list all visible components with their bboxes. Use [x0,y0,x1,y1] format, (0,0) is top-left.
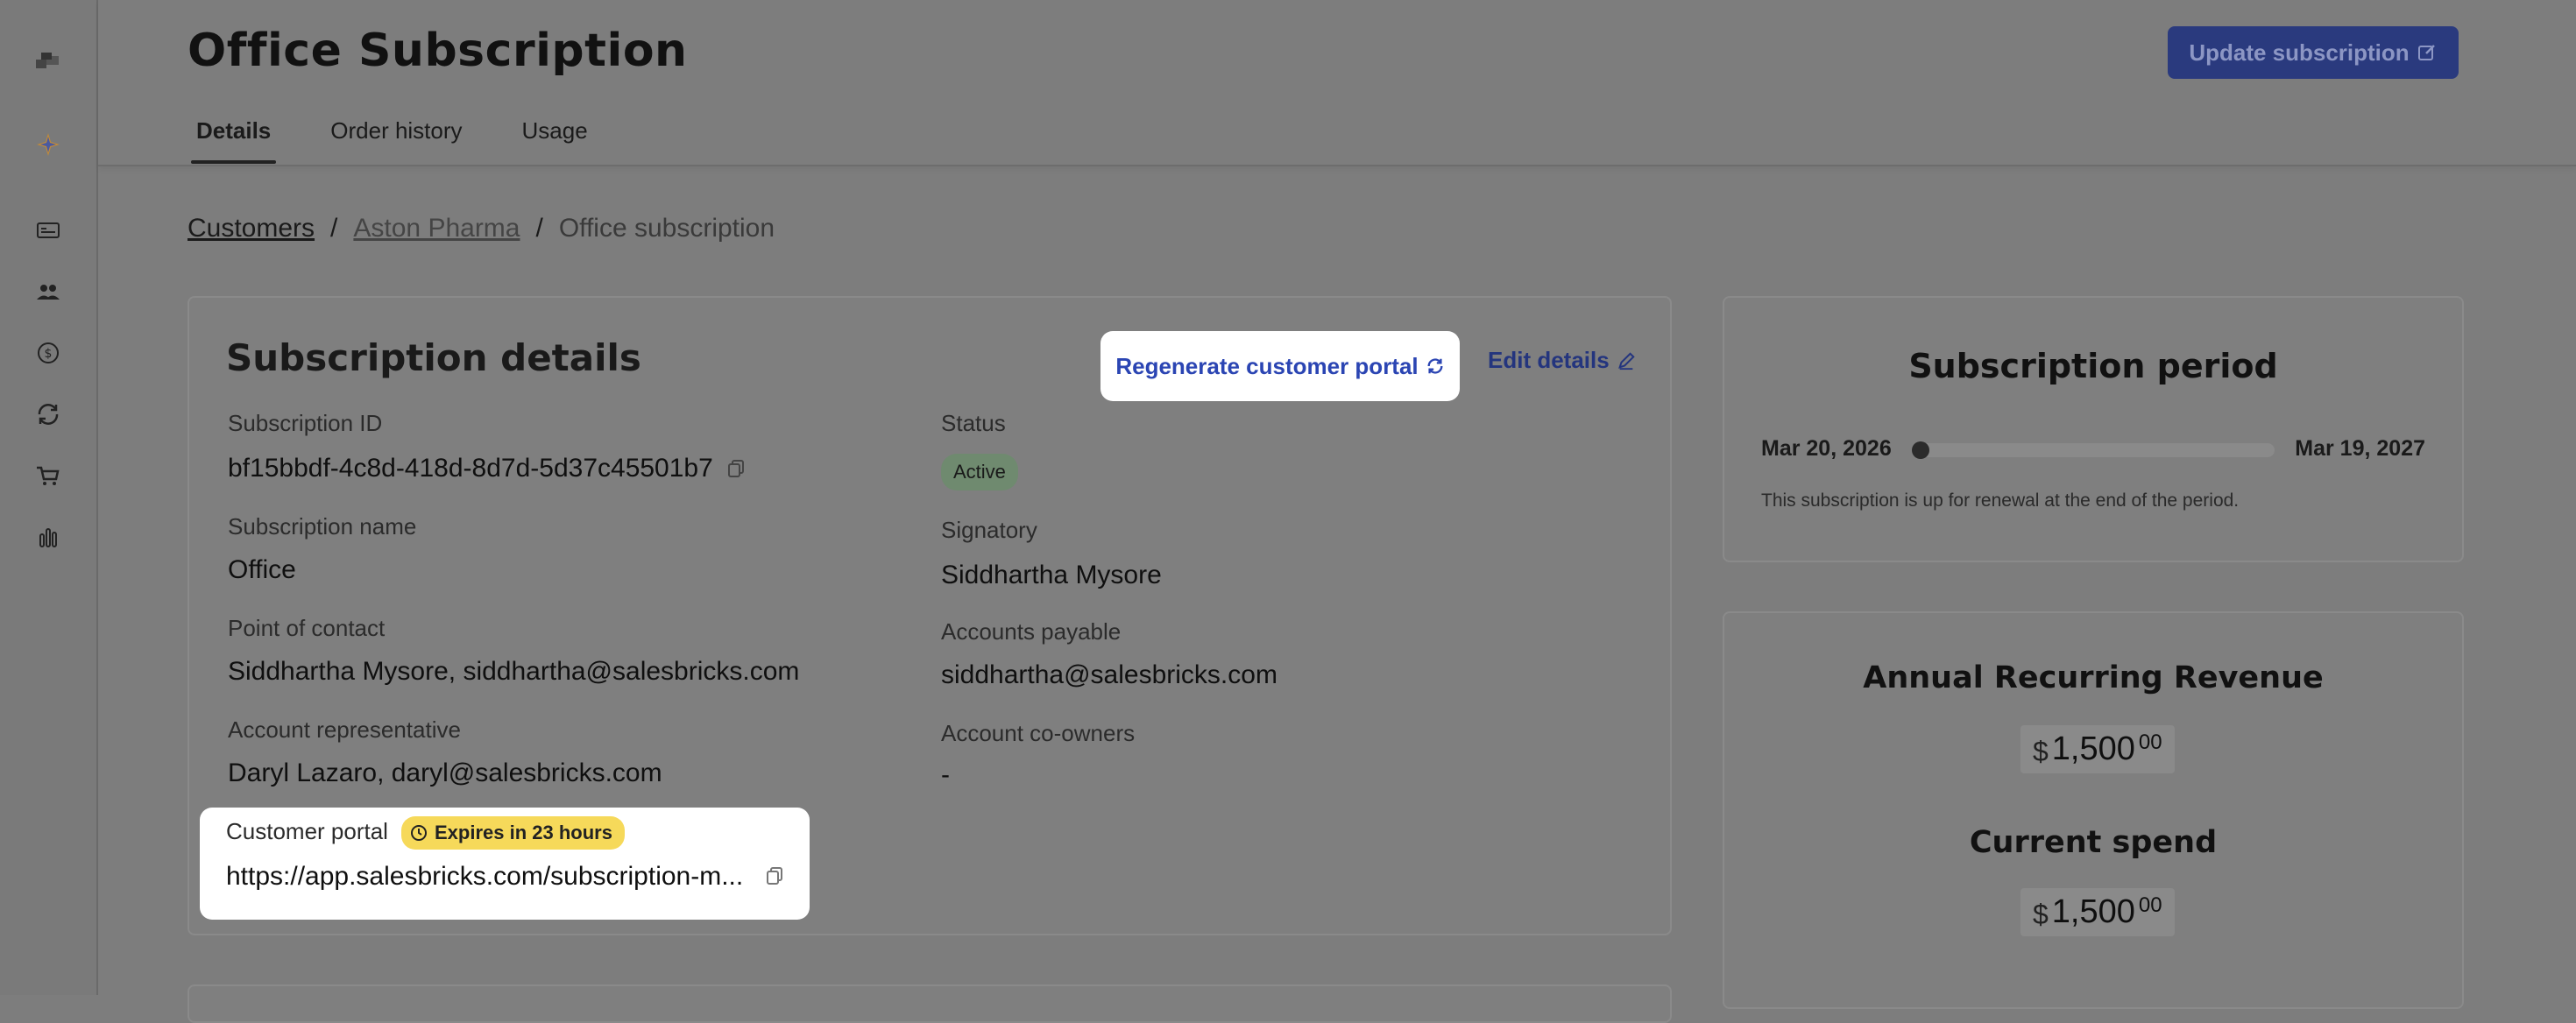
subscription-id-row: bf15bbdf-4c8d-418d-8d7d-5d37c45501b7 [228,454,747,483]
copy-icon[interactable] [725,458,747,479]
users-icon[interactable] [32,275,65,308]
breadcrumb-current: Office subscription [558,214,775,243]
edit-square-icon [2417,45,2435,60]
breadcrumb-customers-link[interactable]: Customers [188,214,315,243]
refresh-icon[interactable] [32,398,65,431]
subscription-id-value: bf15bbdf-4c8d-418d-8d7d-5d37c45501b7 [228,454,713,483]
expiry-badge: Expires in 23 hours [401,816,625,850]
customer-portal-section: Customer portal Expires in 23 hours http… [200,808,810,920]
card-title: Subscription details [226,336,641,379]
update-subscription-label: Update subscription [2189,39,2410,66]
breadcrumb-separator: / [330,214,338,243]
account-rep-value: Daryl Lazaro, daryl@salesbricks.com [228,758,662,787]
accounts-payable-label: Accounts payable [941,618,1122,645]
customer-portal-label: Customer portal [226,818,388,844]
status-label: Status [941,410,1006,436]
subscription-id-label: Subscription ID [228,410,383,436]
svg-text:$: $ [45,347,53,361]
customer-portal-url[interactable]: https://app.salesbricks.com/subscription… [226,862,743,892]
edit-details-label: Edit details [1488,347,1610,373]
logo-bricks-icon[interactable] [32,44,65,77]
update-subscription-button[interactable]: Update subscription [2168,26,2459,79]
period-end: Mar 19, 2027 [2295,436,2425,461]
current-spend-title: Current spend [1969,825,2218,860]
spend-value: 1,500 [2051,893,2135,930]
co-owners-value: - [941,760,950,789]
cart-icon[interactable] [32,459,65,492]
point-of-contact-label: Point of contact [228,615,386,641]
currency-symbol: $ [2033,899,2049,930]
page-title: Office Subscription [188,25,688,77]
arr-title: Annual Recurring Revenue [1863,660,2324,695]
spend-cents: 00 [2138,893,2162,917]
breadcrumb-account-link[interactable]: Aston Pharma [353,214,520,243]
period-start: Mar 20, 2026 [1761,436,1892,461]
copy-icon[interactable] [764,865,785,886]
status-badge: Active [941,454,1018,490]
arr-cents: 00 [2138,730,2162,754]
revenue-card: Annual Recurring Revenue $ 1,500 00 Curr… [1723,611,2464,1009]
period-progress-bar [1912,441,2275,459]
dollar-circle-icon[interactable]: $ [32,336,65,370]
arr-value: 1,500 [2051,730,2135,767]
breadcrumb: Customers / Aston Pharma / Office subscr… [188,214,775,243]
signatory-value: Siddhartha Mysore [941,561,1162,589]
co-owners-label: Account co-owners [941,720,1136,746]
signatory-label: Signatory [941,517,1037,543]
subscription-name-value: Office [228,555,296,584]
regenerate-portal-button[interactable]: Regenerate customer portal [1100,331,1460,401]
sidebar: $ [0,0,98,995]
period-title: Subscription period [1908,347,2278,385]
currency-symbol: $ [2033,736,2049,767]
edit-details-link[interactable]: Edit details [1488,347,1636,374]
breadcrumb-separator: / [535,214,543,243]
period-note: This subscription is up for renewal at t… [1761,490,2240,511]
account-rep-label: Account representative [228,716,461,743]
refresh-icon [1427,358,1443,374]
arr-amount: $ 1,500 00 [2020,725,2175,773]
sparkle-ai-icon[interactable] [32,128,65,161]
tab-order-history[interactable]: Order history [325,117,467,164]
expiry-text: Expires in 23 hours [435,822,612,843]
page-header: Office Subscription Update subscription … [98,0,2576,166]
bar-chart-icon[interactable] [32,520,65,554]
period-progress-marker [1912,441,1929,459]
subscription-period-card: Subscription period Mar 20, 2026 Mar 19,… [1723,296,2464,562]
id-card-icon[interactable] [32,214,65,247]
pencil-icon [1617,351,1635,370]
tab-bar: Details Order history Usage [191,117,642,164]
point-of-contact-value: Siddhartha Mysore, siddhartha@salesbrick… [228,657,800,686]
tab-details[interactable]: Details [191,117,277,164]
tab-usage[interactable]: Usage [517,117,593,164]
next-card [188,984,1672,1023]
subscription-name-label: Subscription name [228,513,417,540]
accounts-payable-value: siddhartha@salesbricks.com [941,660,1277,689]
current-spend-amount: $ 1,500 00 [2020,888,2175,936]
clock-icon [411,825,427,841]
regenerate-portal-label: Regenerate customer portal [1115,352,1419,379]
